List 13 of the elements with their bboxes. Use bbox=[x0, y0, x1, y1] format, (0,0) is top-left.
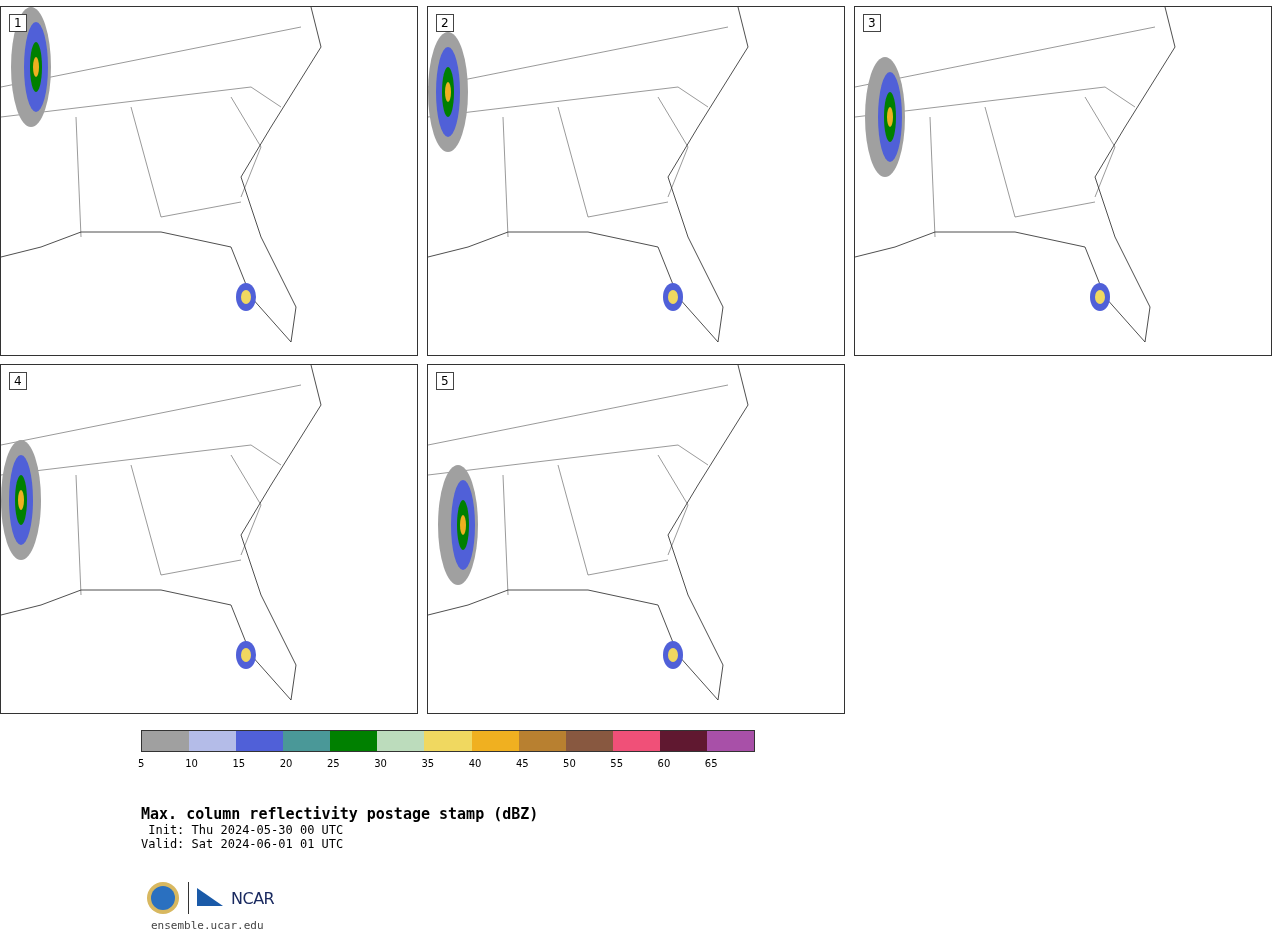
valid-time: Valid: Sat 2024-06-01 01 UTC bbox=[141, 837, 345, 851]
panel-number: 5 bbox=[436, 372, 454, 390]
chart-title: Max. column reflectivity postage stamp (dBZ) bbox=[141, 805, 540, 823]
panel-number: 1 bbox=[9, 14, 27, 32]
website-url: ensemble.ucar.edu bbox=[151, 919, 265, 932]
logo-text: NCAR bbox=[231, 888, 275, 908]
panel-number: 2 bbox=[436, 14, 454, 32]
panel-number: 4 bbox=[9, 372, 27, 390]
panel-number: 3 bbox=[863, 14, 881, 32]
swoosh-logo-icon bbox=[197, 888, 223, 908]
globe-logo-icon bbox=[146, 881, 180, 915]
init-time: Init: Thu 2024-05-30 00 UTC bbox=[147, 823, 345, 837]
tick-label: 65 bbox=[704, 758, 719, 769]
